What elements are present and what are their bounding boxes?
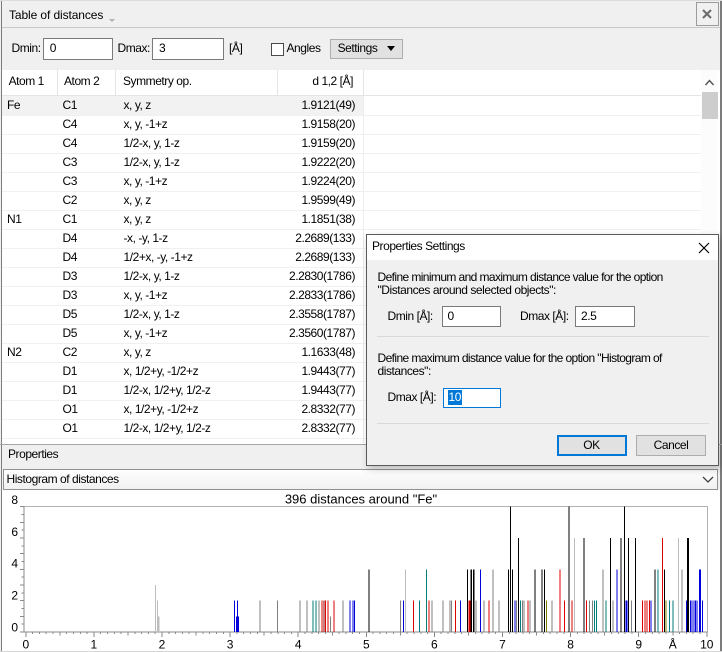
svg-text:0: 0 [22,637,29,651]
svg-text:8: 8 [567,637,574,651]
svg-text:8: 8 [11,493,18,507]
svg-text:2: 2 [11,589,18,603]
svg-text:6: 6 [431,637,438,651]
svg-text:6: 6 [11,525,18,539]
svg-text:3: 3 [227,637,234,651]
svg-text:2: 2 [159,637,166,651]
svg-text:4: 4 [11,557,18,571]
svg-text:1: 1 [91,637,98,651]
svg-text:396 distances around "Fe": 396 distances around "Fe" [285,492,438,507]
svg-text:7: 7 [499,637,506,651]
svg-text:Å: Å [669,636,677,651]
svg-text:9: 9 [635,637,642,651]
svg-text:4: 4 [295,637,302,651]
svg-text:5: 5 [363,637,370,651]
svg-text:0: 0 [11,620,18,634]
svg-text:10: 10 [700,637,714,651]
